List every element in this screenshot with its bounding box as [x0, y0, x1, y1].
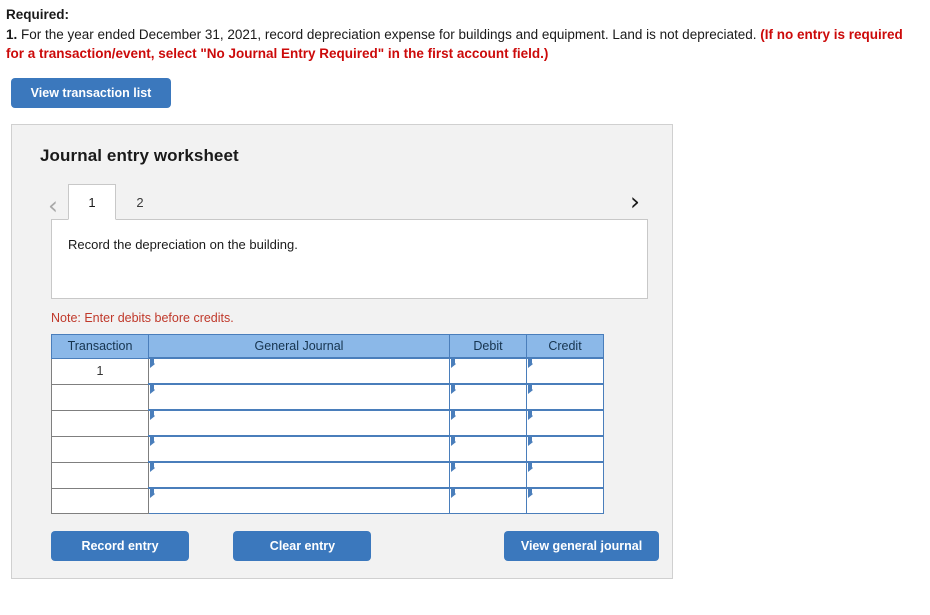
- transaction-number-cell: [51, 461, 149, 489]
- dropdown-arrow-icon: [451, 386, 456, 394]
- dropdown-arrow-icon: [528, 360, 533, 368]
- question-block: Required: 1. For the year ended December…: [0, 0, 930, 63]
- view-general-journal-button[interactable]: View general journal: [504, 531, 659, 561]
- table-header-row: Transaction General Journal Debit Credit: [51, 334, 604, 359]
- credit-input-1[interactable]: [526, 357, 604, 385]
- dropdown-arrow-icon: [451, 490, 456, 498]
- chevron-left-icon[interactable]: ‹: [40, 190, 66, 220]
- table-row: [51, 487, 604, 514]
- worksheet-action-buttons: Record entry Clear entry View general jo…: [51, 531, 659, 561]
- credit-input-4[interactable]: [526, 435, 604, 463]
- general-journal-input-2[interactable]: [148, 383, 450, 411]
- credit-input-3[interactable]: [526, 409, 604, 437]
- dropdown-arrow-icon: [528, 386, 533, 394]
- dropdown-arrow-icon: [150, 412, 155, 420]
- debit-input-4[interactable]: [449, 435, 527, 463]
- dropdown-arrow-icon: [451, 464, 456, 472]
- debits-before-credits-note: Note: Enter debits before credits.: [51, 311, 234, 325]
- column-header-credit: Credit: [526, 334, 604, 359]
- transaction-number-cell: [51, 487, 149, 514]
- chevron-right-icon[interactable]: ›: [622, 186, 648, 216]
- journal-entry-worksheet-panel: Journal entry worksheet ‹ 1 2 › Record t…: [11, 124, 673, 579]
- credit-input-5[interactable]: [526, 461, 604, 489]
- dropdown-arrow-icon: [150, 490, 155, 498]
- general-journal-input-5[interactable]: [148, 461, 450, 489]
- view-transaction-list-button[interactable]: View transaction list: [11, 78, 171, 108]
- dropdown-arrow-icon: [528, 464, 533, 472]
- question-number: 1.: [6, 27, 18, 42]
- general-journal-input-4[interactable]: [148, 435, 450, 463]
- transaction-number-cell: 1: [51, 357, 149, 385]
- debit-input-6[interactable]: [449, 487, 527, 514]
- entry-description-text: Record the depreciation on the building.: [68, 237, 298, 252]
- debit-input-1[interactable]: [449, 357, 527, 385]
- column-header-debit: Debit: [449, 334, 527, 359]
- debit-input-2[interactable]: [449, 383, 527, 411]
- dropdown-arrow-icon: [451, 360, 456, 368]
- general-journal-input-6[interactable]: [148, 487, 450, 514]
- column-header-general-journal: General Journal: [148, 334, 450, 359]
- dropdown-arrow-icon: [528, 438, 533, 446]
- column-header-transaction: Transaction: [51, 334, 149, 359]
- debit-input-3[interactable]: [449, 409, 527, 437]
- question-body: For the year ended December 31, 2021, re…: [17, 27, 761, 42]
- dropdown-arrow-icon: [150, 438, 155, 446]
- worksheet-tab-2[interactable]: 2: [116, 184, 164, 220]
- dropdown-arrow-icon: [451, 412, 456, 420]
- transaction-number-cell: [51, 409, 149, 437]
- table-row: [51, 383, 604, 411]
- journal-entry-table: Transaction General Journal Debit Credit…: [51, 334, 604, 514]
- table-row: [51, 435, 604, 463]
- dropdown-arrow-icon: [150, 464, 155, 472]
- general-journal-input-1[interactable]: [148, 357, 450, 385]
- record-entry-button[interactable]: Record entry: [51, 531, 189, 561]
- clear-entry-button[interactable]: Clear entry: [233, 531, 372, 561]
- transaction-number-cell: [51, 383, 149, 411]
- table-row: 1: [51, 357, 604, 385]
- dropdown-arrow-icon: [528, 412, 533, 420]
- table-row: [51, 461, 604, 489]
- credit-input-6[interactable]: [526, 487, 604, 514]
- credit-input-2[interactable]: [526, 383, 604, 411]
- required-label: Required:: [6, 7, 70, 22]
- worksheet-tabs: ‹ 1 2 ›: [12, 184, 672, 220]
- dropdown-arrow-icon: [451, 438, 456, 446]
- worksheet-title: Journal entry worksheet: [40, 146, 239, 165]
- dropdown-arrow-icon: [150, 360, 155, 368]
- question-text: 1. For the year ended December 31, 2021,…: [6, 25, 920, 63]
- dropdown-arrow-icon: [150, 386, 155, 394]
- dropdown-arrow-icon: [528, 490, 533, 498]
- entry-description-box: Record the depreciation on the building.: [51, 219, 648, 299]
- general-journal-input-3[interactable]: [148, 409, 450, 437]
- worksheet-tab-1[interactable]: 1: [68, 184, 116, 220]
- table-row: [51, 409, 604, 437]
- transaction-number-cell: [51, 435, 149, 463]
- debit-input-5[interactable]: [449, 461, 527, 489]
